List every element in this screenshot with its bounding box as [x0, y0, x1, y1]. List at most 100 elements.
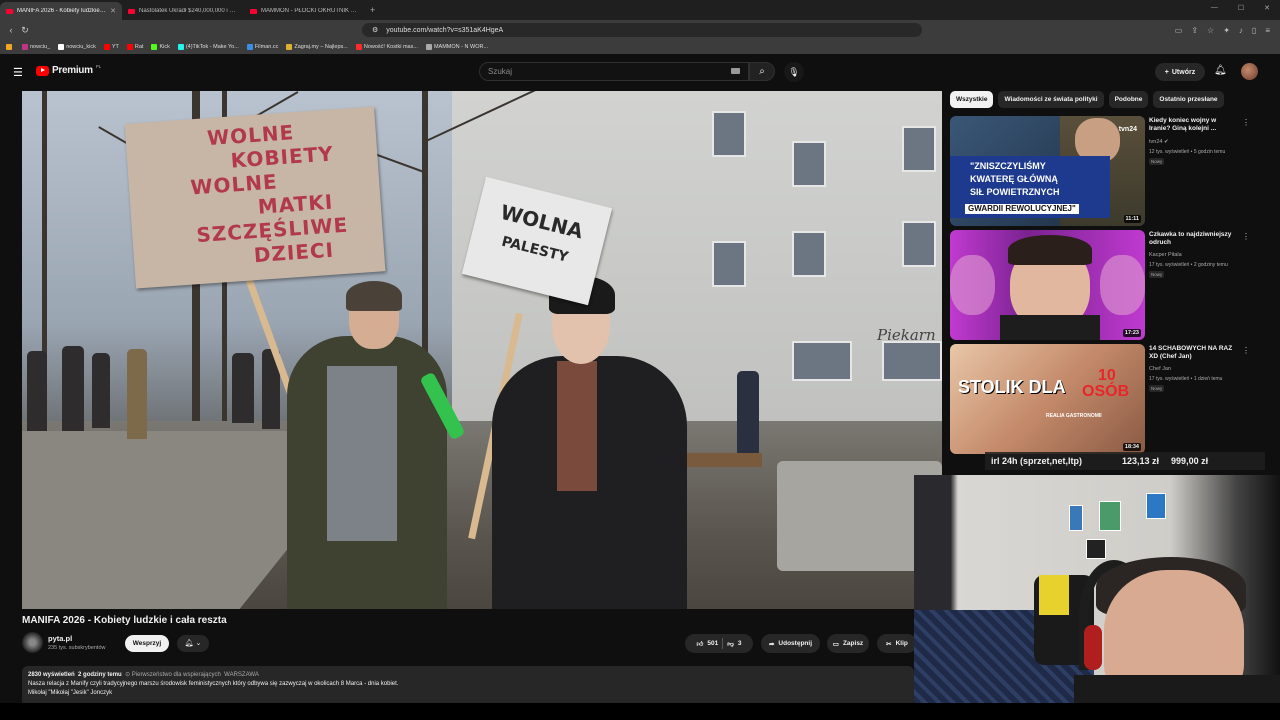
bookmark-item[interactable]: Kick — [151, 44, 170, 50]
shop-sign: Piekarn — [877, 326, 936, 344]
back-icon[interactable]: ‹ — [4, 25, 18, 35]
save-icon: ▭ — [832, 640, 839, 648]
new-badge: Nowy — [1149, 385, 1165, 392]
recommendation-title[interactable]: Kiedy koniec wojny w Iranie? Giną kolejn… — [1149, 117, 1237, 134]
bookmark-favicon-icon — [246, 44, 253, 50]
audio-icon[interactable]: ♪ — [1239, 26, 1243, 35]
more-options-icon[interactable]: ⋮ — [1242, 346, 1250, 355]
filter-chips: Wszystkie Wiadomości ze świata polityki Po… — [950, 91, 1250, 108]
bookmark-item[interactable]: Zagraj.my – Najleps... — [286, 44, 348, 50]
channel-name[interactable]: pyta.pl — [48, 634, 72, 643]
create-label: Utwórz — [1171, 68, 1196, 76]
share-button[interactable]: ➦ Udostępnij — [761, 634, 820, 653]
reload-icon[interactable]: ↻ — [18, 25, 32, 36]
like-count[interactable]: 501 — [707, 640, 718, 647]
user-avatar[interactable] — [1241, 63, 1258, 80]
browser-extensions: ▭ ⇪ ☆ ✦ ♪ ▯ ≡ — [1175, 26, 1280, 35]
youtube-premium-logo[interactable]: Premium PL — [36, 64, 102, 76]
subscriber-count: 235 tys. subskrybentów — [48, 645, 106, 651]
search-button[interactable]: ⌕ — [749, 62, 775, 81]
bookmark-item[interactable] — [6, 44, 14, 50]
bookmark-item[interactable]: Rat — [126, 44, 143, 50]
cast-icon[interactable]: ▭ — [1175, 26, 1183, 35]
bookmark-item[interactable]: YT — [103, 44, 119, 50]
recommendation-item[interactable]: tvn24 "ZNISZCZYLIŚMY KWATERĘ GŁÓWNĄ SIŁ … — [950, 116, 1250, 226]
bottom-edge — [0, 703, 1280, 720]
recommendation-item[interactable]: 17:23 Czkawka to najdziwniejszy odruch K… — [950, 230, 1250, 340]
thumbnail[interactable]: STOLIK DLA 10 OSÓB REALIA GASTRONOMII 18… — [950, 344, 1145, 454]
thumbnail[interactable]: 17:23 — [950, 230, 1145, 340]
ticker-target: 999,00 zł — [1171, 456, 1209, 466]
bookmark-item[interactable]: nowciu_ — [22, 44, 50, 50]
bookmark-item[interactable]: MAMMON - N WOR... — [425, 44, 489, 50]
new-badge: Nowy — [1149, 271, 1165, 278]
channel-avatar[interactable] — [22, 632, 43, 653]
url-field[interactable]: ⚙ youtube.com/watch?v=s351aK4HgeA — [362, 23, 922, 37]
sidebar-icon[interactable]: ▯ — [1252, 26, 1256, 35]
clip-button[interactable]: ✂ Klip — [877, 634, 917, 653]
recommendation-views: 12 tys. wyświetleń • 5 godzin temu — [1149, 149, 1226, 155]
filter-chip[interactable]: Ostatnio przesłane — [1153, 91, 1224, 108]
bookmark-item[interactable]: nowciu_kick — [58, 44, 96, 50]
recommendation-channel[interactable]: Kacper Pitala — [1149, 252, 1182, 258]
recommendation-channel[interactable]: Chef Jan — [1149, 366, 1171, 372]
protest-sign-1: WOLNE KOBIETY WOLNE MATKI SZCZĘŚLIWE DZI… — [124, 106, 386, 289]
bookmark-favicon-icon — [355, 44, 362, 50]
thumbnail[interactable]: tvn24 "ZNISZCZYLIŚMY KWATERĘ GŁÓWNĄ SIŁ … — [950, 116, 1145, 226]
create-button[interactable]: + Utwórz — [1155, 63, 1205, 81]
notifications-button[interactable]: 🔔︎ ⌄ — [177, 635, 209, 652]
bookmark-label: YT — [111, 44, 119, 50]
recommendation-views: 17 tys. wyświetleń • 2 godziny temu — [1149, 262, 1228, 268]
bookmark-item[interactable]: (4)TikTok - Make Yo... — [177, 44, 239, 50]
bookmark-favicon-icon — [177, 44, 184, 50]
site-info-icon[interactable]: ⚙ — [372, 26, 378, 34]
tvn24-logo: tvn24 — [1118, 126, 1137, 133]
minimize-icon[interactable]: — — [1211, 4, 1218, 12]
extension-icon[interactable]: ✦ — [1223, 26, 1230, 35]
bookmark-label: Nowość! Kostki mas... — [363, 44, 418, 50]
recommendation-item[interactable]: STOLIK DLA 10 OSÓB REALIA GASTRONOMII 18… — [950, 344, 1250, 454]
description-box[interactable]: 2830 wyświetleń 2 godziny temu ⊙ Pierwsz… — [22, 666, 914, 706]
recommendation-title[interactable]: Czkawka to najdziwniejszy odruch — [1149, 231, 1237, 248]
more-options-icon[interactable]: ⋮ — [1242, 232, 1250, 241]
bookmark-item[interactable]: Filman.cc — [246, 44, 278, 50]
bookmark-star-icon[interactable]: ☆ — [1207, 26, 1214, 35]
filter-chip[interactable]: Wszystkie — [950, 91, 994, 108]
filter-chip[interactable]: Wiadomości ze świata polityki — [998, 91, 1104, 108]
hamburger-menu-icon[interactable]: ☰ — [13, 66, 23, 79]
search-input[interactable]: Szukaj — [479, 62, 749, 81]
menu-icon[interactable]: ≡ — [1265, 26, 1270, 35]
filter-chip[interactable]: Podobne — [1108, 91, 1149, 108]
maximize-icon[interactable]: ☐ — [1238, 4, 1244, 12]
youtube-favicon-icon — [128, 8, 135, 14]
more-options-icon[interactable]: ⋮ — [1242, 118, 1250, 127]
browser-tab-2[interactable]: Nastolatek Ukradł $240,000,000 i Po... — [122, 2, 244, 20]
browser-tab-1[interactable]: MANIFA 2026 - Kobiety ludzkie i cała res… — [0, 2, 122, 20]
browser-tab-3[interactable]: MAMMON - PŁOCKI OKRUTNIK PUB... — [244, 2, 366, 20]
like-icon[interactable]: 👍︎ — [697, 640, 704, 648]
bookmark-label: (4)TikTok - Make Yo... — [185, 44, 239, 50]
save-button[interactable]: ▭ Zapisz — [827, 634, 869, 653]
close-window-icon[interactable]: ✕ — [1264, 4, 1270, 12]
voice-search-button[interactable]: 🎙︎ — [784, 62, 804, 82]
share-page-icon[interactable]: ⇪ — [1191, 26, 1198, 35]
bench — [682, 453, 762, 467]
close-tab-icon[interactable]: ✕ — [110, 7, 116, 15]
bookmark-label: MAMMON - N WOR... — [433, 44, 489, 50]
dislike-count[interactable]: 3 — [738, 640, 742, 647]
logo-region: PL — [95, 64, 102, 69]
notifications-bell-icon[interactable]: 🔔︎ — [1214, 65, 1227, 76]
recommendation-channel[interactable]: tvn24 ✔ — [1149, 139, 1169, 145]
duration-badge: 11:11 — [1123, 215, 1141, 223]
keyboard-icon[interactable] — [731, 68, 740, 74]
donation-ticker: irl 24h (sprzet,net,ltp) 123,13 zł 999,0… — [985, 452, 1265, 470]
bookmark-item[interactable]: Nowość! Kostki mas... — [355, 44, 418, 50]
new-tab-icon[interactable]: + — [370, 5, 375, 15]
recommendation-title[interactable]: 14 SCHABOWYCH NA RAZ XD (Chef Jan) — [1149, 345, 1237, 362]
streamer-webcam — [914, 475, 1280, 703]
support-button[interactable]: Wesprzyj — [125, 635, 169, 652]
new-badge: Nowy — [1149, 158, 1165, 165]
bookmark-favicon-icon — [126, 44, 133, 50]
video-player[interactable]: Piekarn WOLNE KOBIETY WOLNE MATKI SZCZĘŚ… — [22, 91, 942, 609]
dislike-icon[interactable]: 👎︎ — [727, 640, 734, 648]
